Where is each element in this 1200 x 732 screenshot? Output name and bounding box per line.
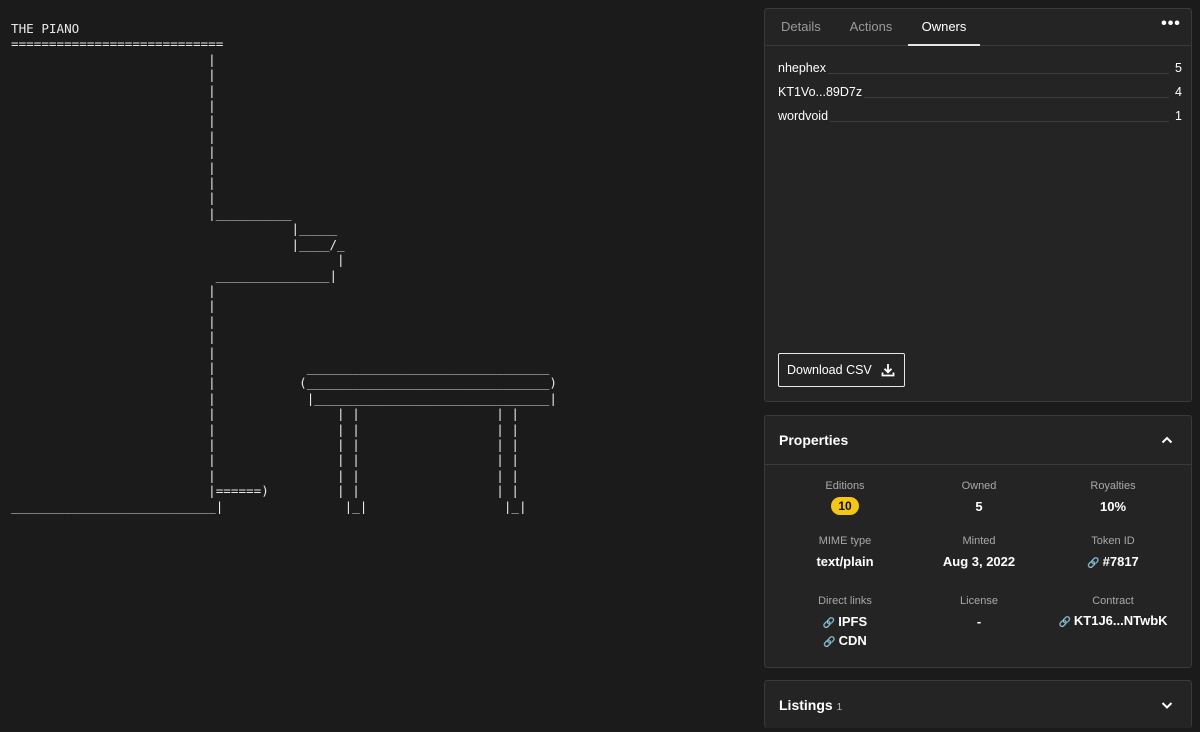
owner-name[interactable]: KT1Vo...89D7z <box>778 85 862 99</box>
owner-divider <box>827 73 1170 74</box>
chevron-down-icon[interactable] <box>1159 697 1175 713</box>
tab-details[interactable]: Details <box>781 9 821 45</box>
listings-panel[interactable]: Listings 1 <box>764 680 1192 728</box>
minted-value: Aug 3, 2022 <box>942 554 1016 569</box>
prop-editions: Editions 10 <box>770 480 920 515</box>
owner-row: KT1Vo...89D7z 4 <box>778 85 1182 109</box>
prop-minted: Minted Aug 3, 2022 <box>904 535 1054 569</box>
license-label: License <box>960 595 998 607</box>
royalties-value: 10% <box>1099 499 1127 514</box>
contract-label: Contract <box>1092 595 1134 607</box>
owner-count: 1 <box>1175 109 1182 123</box>
minted-label: Minted <box>962 535 996 547</box>
token-id-label: Token ID <box>1091 535 1135 547</box>
owner-divider <box>864 97 1170 98</box>
license-value: - <box>976 614 982 629</box>
download-csv-label: Download CSV <box>787 363 872 377</box>
editions-badge: 10 <box>831 497 859 515</box>
contract-link[interactable]: 🔗 KT1J6...NTwbK <box>1038 613 1188 628</box>
owner-row: nhephex 5 <box>778 61 1182 85</box>
royalties-label: Royalties <box>1090 480 1136 492</box>
mime-label: MIME type <box>818 535 872 547</box>
listings-count: 1 <box>836 702 843 713</box>
token-id-value: #7817 <box>1102 554 1139 569</box>
editions-label: Editions <box>825 480 865 492</box>
prop-license: License - <box>904 595 1054 629</box>
chevron-up-icon[interactable] <box>1159 432 1175 448</box>
download-icon <box>881 364 895 377</box>
owner-count: 5 <box>1175 61 1182 75</box>
ascii-artwork: THE PIANO ============================ |… <box>11 21 557 514</box>
download-csv-button[interactable]: Download CSV <box>778 353 905 387</box>
mime-value: text/plain <box>816 554 874 569</box>
prop-contract: Contract 🔗 KT1J6...NTwbK <box>1038 595 1188 628</box>
ipfs-link[interactable]: 🔗 IPFS <box>770 613 920 632</box>
owners-list: nhephex 5 KT1Vo...89D7z 4 wordvoid 1 <box>778 61 1182 133</box>
info-panel: Details Actions Owners ••• nhephex 5 KT1… <box>764 8 1192 402</box>
listings-title-text: Listings <box>779 697 833 713</box>
cdn-link-label: CDN <box>838 633 867 648</box>
link-icon: 🔗 <box>822 618 836 629</box>
tab-actions[interactable]: Actions <box>849 9 893 45</box>
owner-row: wordvoid 1 <box>778 109 1182 133</box>
tab-owners[interactable]: Owners <box>908 9 980 46</box>
properties-title: Properties <box>779 432 849 448</box>
direct-links-label: Direct links <box>818 595 872 607</box>
owner-name[interactable]: nhephex <box>778 61 826 75</box>
prop-direct-links: Direct links 🔗 IPFS 🔗 CDN <box>770 595 920 651</box>
tab-bar: Details Actions Owners ••• <box>765 9 1191 46</box>
prop-owned: Owned 5 <box>904 480 1054 514</box>
link-icon: 🔗 <box>823 637 836 648</box>
owner-count: 4 <box>1175 85 1182 99</box>
owner-name[interactable]: wordvoid <box>778 109 828 123</box>
more-horizontal-icon[interactable]: ••• <box>1161 16 1181 37</box>
ipfs-link-label: IPFS <box>838 614 868 629</box>
prop-mime: MIME type text/plain <box>770 535 920 569</box>
owner-divider <box>830 121 1170 122</box>
link-icon: 🔗 <box>1058 617 1071 628</box>
token-id-link[interactable]: 🔗 #7817 <box>1038 554 1188 569</box>
link-icon: 🔗 <box>1087 558 1100 569</box>
prop-token-id: Token ID 🔗 #7817 <box>1038 535 1188 569</box>
listings-title: Listings 1 <box>779 697 842 713</box>
artwork-area: THE PIANO ============================ |… <box>0 0 756 732</box>
prop-royalties: Royalties 10% <box>1038 480 1188 514</box>
cdn-link[interactable]: 🔗 CDN <box>770 632 920 651</box>
properties-panel: Properties Editions 10 Owned 5 Royalties… <box>764 415 1192 668</box>
owned-label: Owned <box>961 480 997 492</box>
owned-value: 5 <box>975 499 983 514</box>
properties-header[interactable]: Properties <box>765 416 1191 465</box>
contract-value: KT1J6...NTwbK <box>1073 613 1168 628</box>
